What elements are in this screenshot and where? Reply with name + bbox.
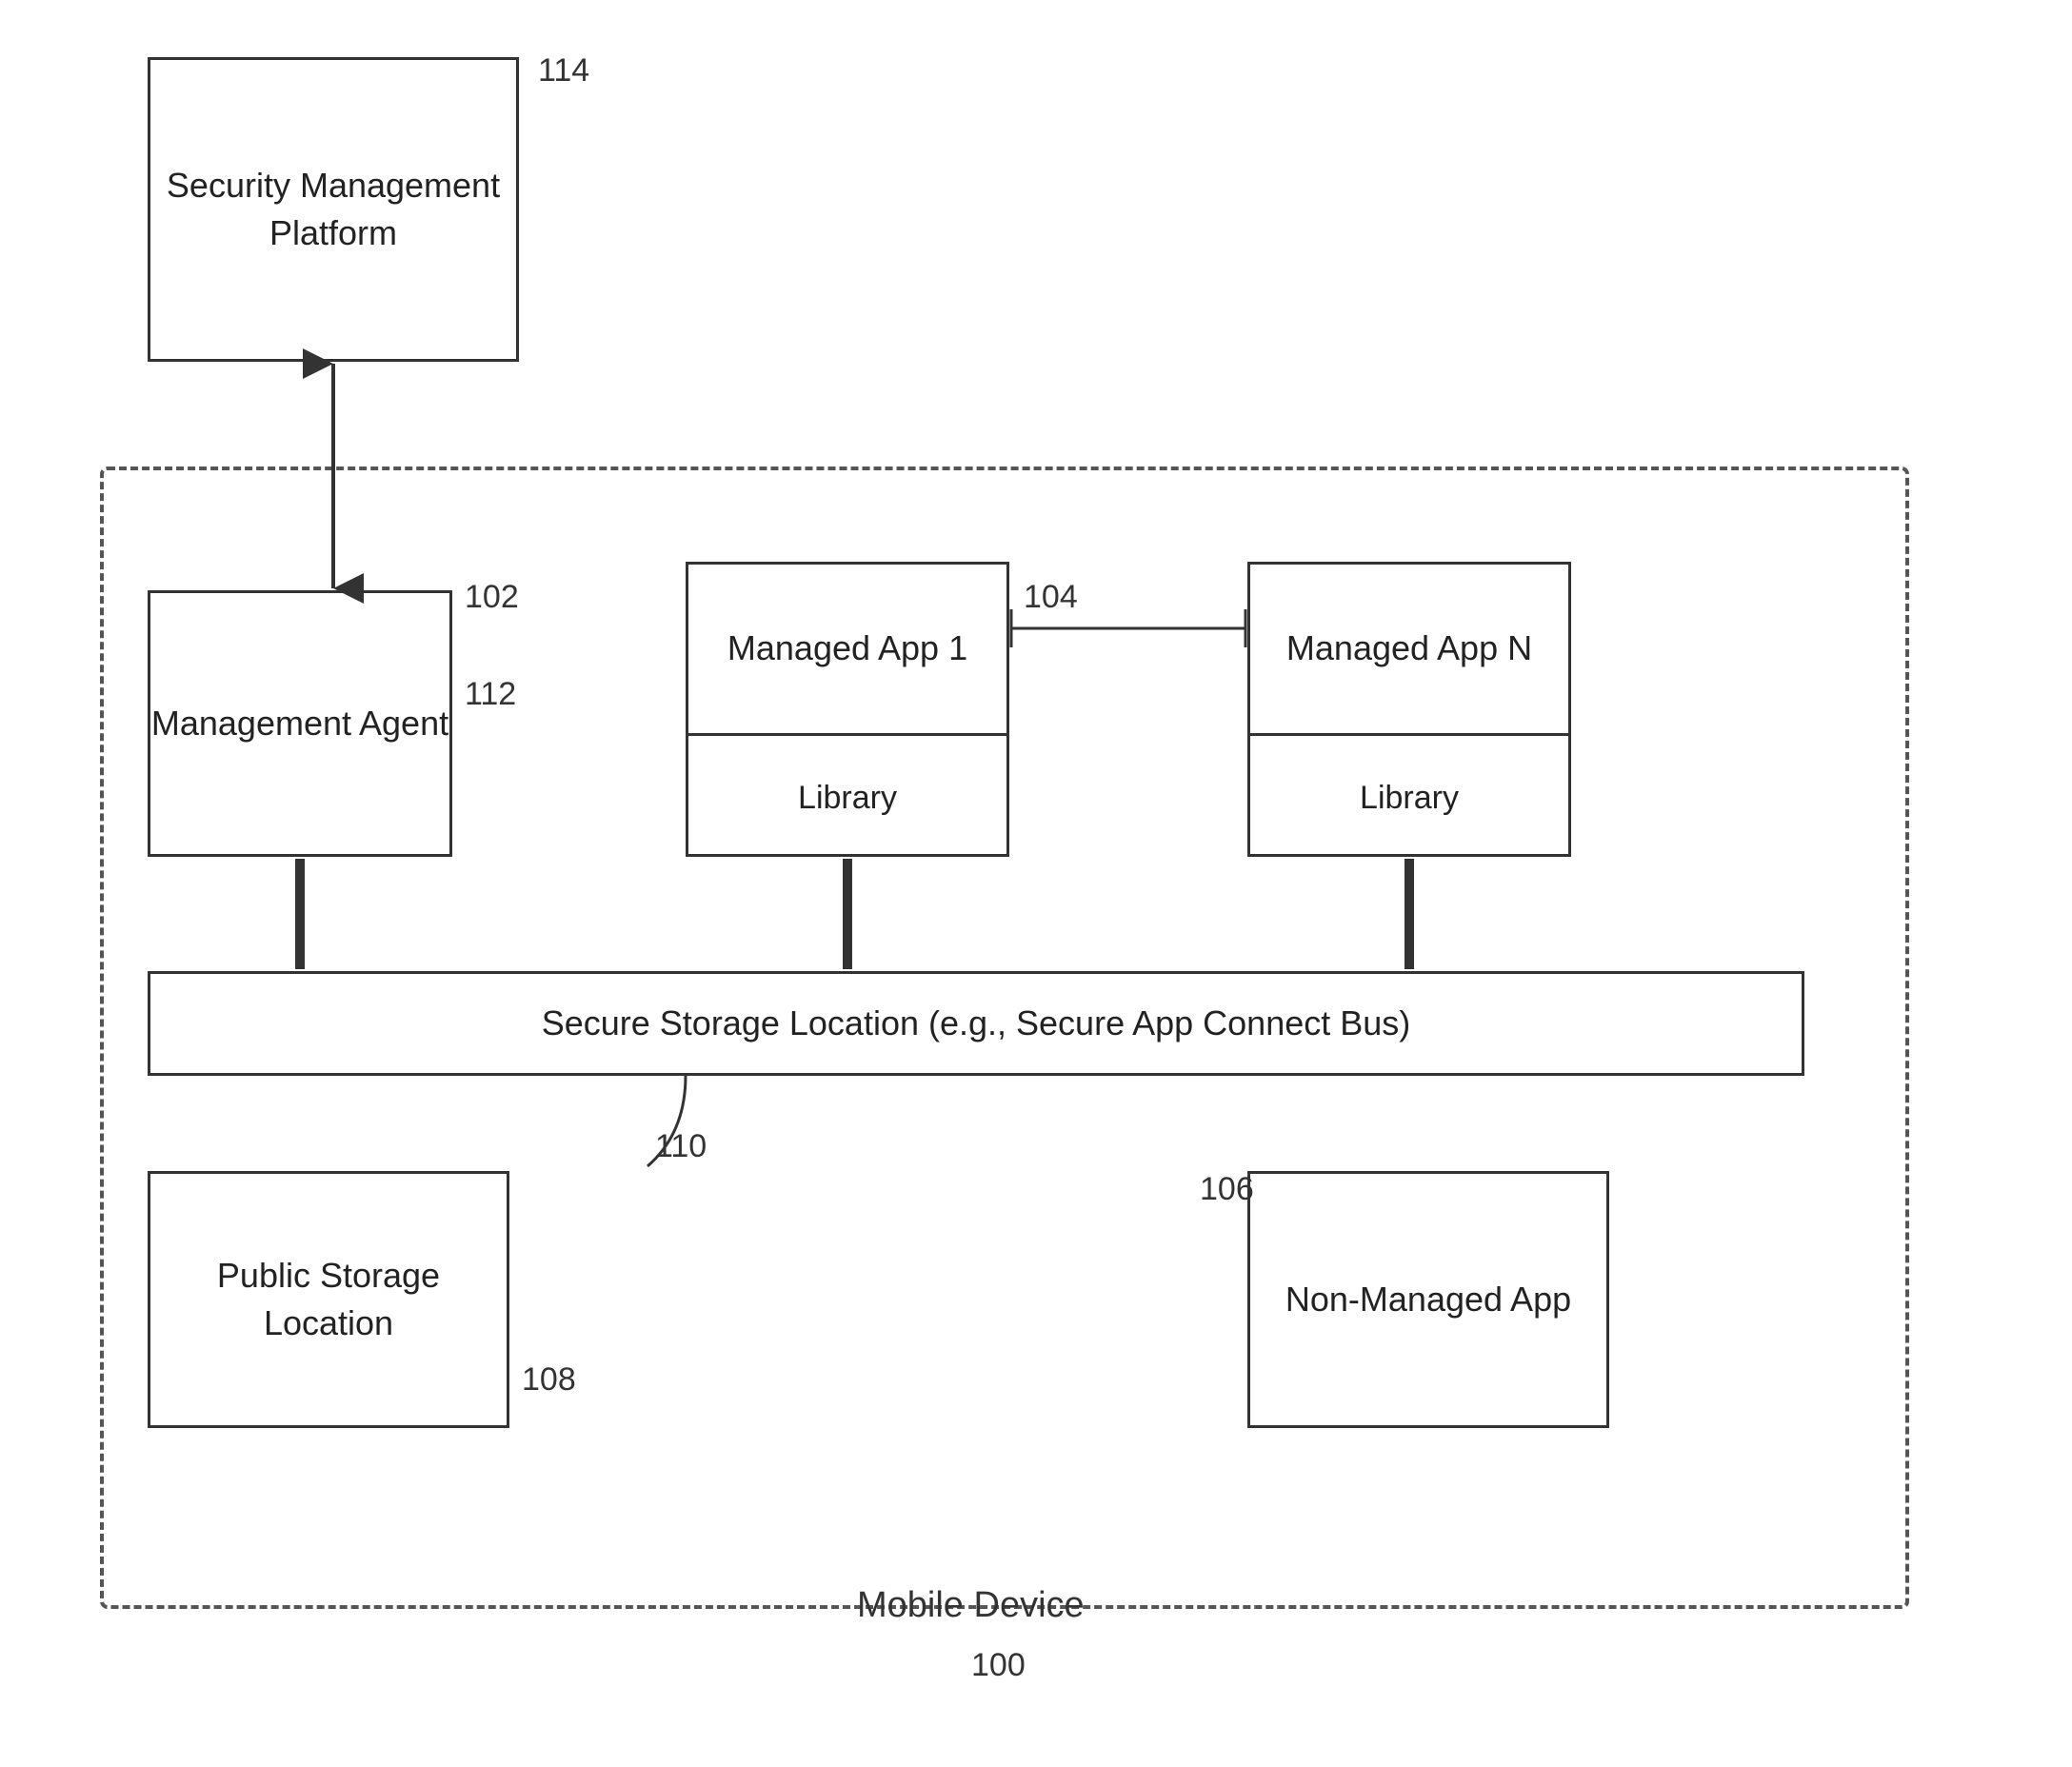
non-managed-app-box: Non-Managed App: [1247, 1171, 1609, 1428]
diagram-container: Security Management Platform 114 Mobile …: [0, 0, 2072, 1767]
label-110: 110: [655, 1128, 707, 1165]
label-104: 104: [1024, 579, 1078, 616]
management-agent-box: Management Agent: [148, 590, 452, 857]
smp-label: Security Management Platform: [150, 162, 516, 258]
managed-appN-library-label: Library: [1250, 736, 1568, 860]
label-114: 114: [538, 52, 589, 89]
managed-app1-top-label: Managed App 1: [688, 565, 1006, 736]
label-102: 102: [465, 579, 519, 616]
secure-storage-box: Secure Storage Location (e.g., Secure Ap…: [148, 971, 1804, 1076]
label-108: 108: [522, 1361, 576, 1399]
nma-label: Non-Managed App: [1285, 1276, 1571, 1323]
label-106: 106: [1200, 1171, 1254, 1208]
ma-label: Management Agent: [151, 700, 448, 747]
managed-appN-top-label: Managed App N: [1250, 565, 1568, 736]
mobile-device-label: Mobile Device: [857, 1585, 1085, 1626]
managed-appN-box: Managed App N Library: [1247, 562, 1571, 857]
managed-app1-box: Managed App 1 Library: [686, 562, 1009, 857]
label-100: 100: [971, 1647, 1026, 1684]
smp-box: Security Management Platform: [148, 57, 519, 362]
public-storage-box: Public Storage Location: [148, 1171, 509, 1428]
managed-app1-library-label: Library: [688, 736, 1006, 860]
label-112: 112: [465, 676, 516, 713]
ssl-label: Secure Storage Location (e.g., Secure Ap…: [542, 1003, 1411, 1043]
psl-label: Public Storage Location: [150, 1252, 507, 1348]
